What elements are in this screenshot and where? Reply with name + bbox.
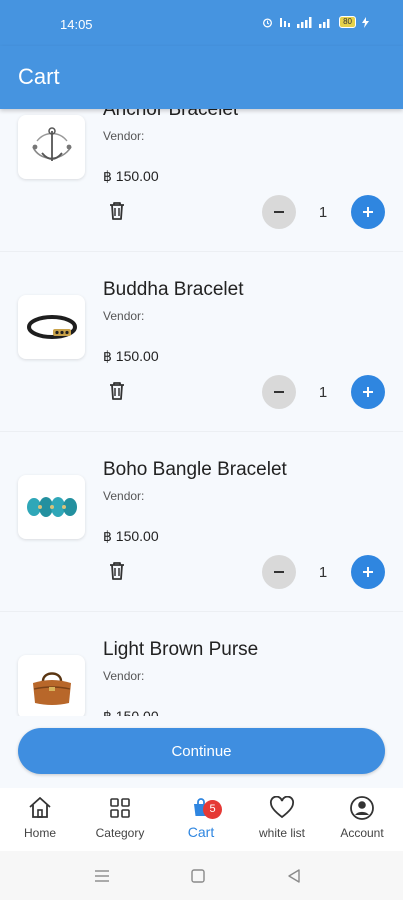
system-nav-bar xyxy=(0,851,403,900)
nav-item-cart[interactable]: 5 Cart xyxy=(161,794,241,840)
minus-icon xyxy=(274,391,284,393)
item-name[interactable]: Light Brown Purse xyxy=(103,639,258,661)
buddha-bracelet-image xyxy=(18,295,85,359)
cart-item: Light Brown Purse Vendor: ฿ 150.00 xyxy=(0,639,403,716)
cart-item: Boho Bangle Bracelet Vendor: ฿ 150.00 1 xyxy=(0,459,403,655)
nav-label: Cart xyxy=(187,824,215,840)
quantity-value: 1 xyxy=(318,384,328,401)
anchor-bracelet-image xyxy=(18,115,85,179)
bangle-bracelet-image xyxy=(18,475,85,539)
nav-item-home[interactable]: Home xyxy=(0,794,80,840)
decrease-quantity-button[interactable] xyxy=(262,375,296,409)
battery-indicator: 80 xyxy=(339,16,356,28)
divider xyxy=(0,251,403,252)
delete-button[interactable] xyxy=(104,198,130,224)
status-icons: 80 xyxy=(262,16,369,28)
cart-badge: 5 xyxy=(203,800,222,819)
nav-label: Home xyxy=(23,826,56,840)
minus-icon xyxy=(274,571,284,573)
trash-icon xyxy=(110,382,124,400)
cart-item: Buddha Bracelet Vendor: ฿ 150.00 1 xyxy=(0,279,403,475)
alarm-icon xyxy=(263,17,273,27)
recents-button[interactable] xyxy=(94,868,110,889)
square-icon xyxy=(191,869,205,883)
delete-button[interactable] xyxy=(104,558,130,584)
home-icon xyxy=(29,797,51,818)
nav-label: Category xyxy=(95,826,145,840)
signal-icon xyxy=(297,16,312,28)
quantity-value: 1 xyxy=(318,564,328,581)
item-vendor: Vendor: xyxy=(103,489,145,503)
decrease-quantity-button[interactable] xyxy=(262,555,296,589)
charging-icon xyxy=(362,16,369,28)
back-button[interactable] xyxy=(286,868,302,889)
delete-button[interactable] xyxy=(104,378,130,404)
plus-icon xyxy=(363,387,373,397)
back-triangle-icon xyxy=(288,869,300,883)
increase-quantity-button[interactable] xyxy=(351,375,385,409)
account-icon xyxy=(350,796,374,820)
nav-item-account[interactable]: Account xyxy=(322,794,402,840)
divider xyxy=(0,611,403,612)
nav-label: Account xyxy=(340,826,384,840)
continue-button[interactable]: Continue xyxy=(18,728,385,774)
item-name[interactable]: Buddha Bracelet xyxy=(103,279,244,301)
grid-icon xyxy=(110,798,130,818)
item-name[interactable]: Boho Bangle Bracelet xyxy=(103,459,287,481)
item-price: ฿ 150.00 xyxy=(103,168,159,184)
item-price: ฿ 150.00 xyxy=(103,528,159,544)
home-system-button[interactable] xyxy=(190,868,206,889)
page-title: Cart xyxy=(18,64,60,89)
menu-icon xyxy=(95,870,109,882)
heart-icon xyxy=(270,796,294,819)
bottom-nav: Home Category 5 Cart white list Account xyxy=(0,788,403,851)
divider xyxy=(0,431,403,432)
plus-icon xyxy=(363,567,373,577)
item-name[interactable]: Anchor Bracelet xyxy=(103,109,238,121)
trash-icon xyxy=(110,202,124,220)
minus-icon xyxy=(274,211,284,213)
plus-icon xyxy=(363,207,373,217)
status-bar: 14:05 80 xyxy=(0,0,403,46)
purse-image xyxy=(18,655,85,716)
item-vendor: Vendor: xyxy=(103,669,145,683)
item-vendor: Vendor: xyxy=(103,129,145,143)
cart-item: Anchor Bracelet Vendor: ฿ 150.00 1 xyxy=(0,109,403,295)
nav-label: white list xyxy=(258,826,305,840)
increase-quantity-button[interactable] xyxy=(351,195,385,229)
item-price: ฿ 150.00 xyxy=(103,708,159,716)
app-bar: Cart xyxy=(0,46,403,109)
signal-icon-2 xyxy=(319,18,330,28)
quantity-value: 1 xyxy=(318,204,328,221)
trash-icon xyxy=(110,562,124,580)
increase-quantity-button[interactable] xyxy=(351,555,385,589)
decrease-quantity-button[interactable] xyxy=(262,195,296,229)
item-price: ฿ 150.00 xyxy=(103,348,159,364)
nav-item-wishlist[interactable]: white list xyxy=(242,794,322,840)
cart-list[interactable]: Anchor Bracelet Vendor: ฿ 150.00 1 Buddh… xyxy=(0,109,403,716)
nav-item-category[interactable]: Category xyxy=(80,794,160,840)
item-vendor: Vendor: xyxy=(103,309,145,323)
status-time: 14:05 xyxy=(60,17,93,32)
data-icon xyxy=(280,17,291,27)
